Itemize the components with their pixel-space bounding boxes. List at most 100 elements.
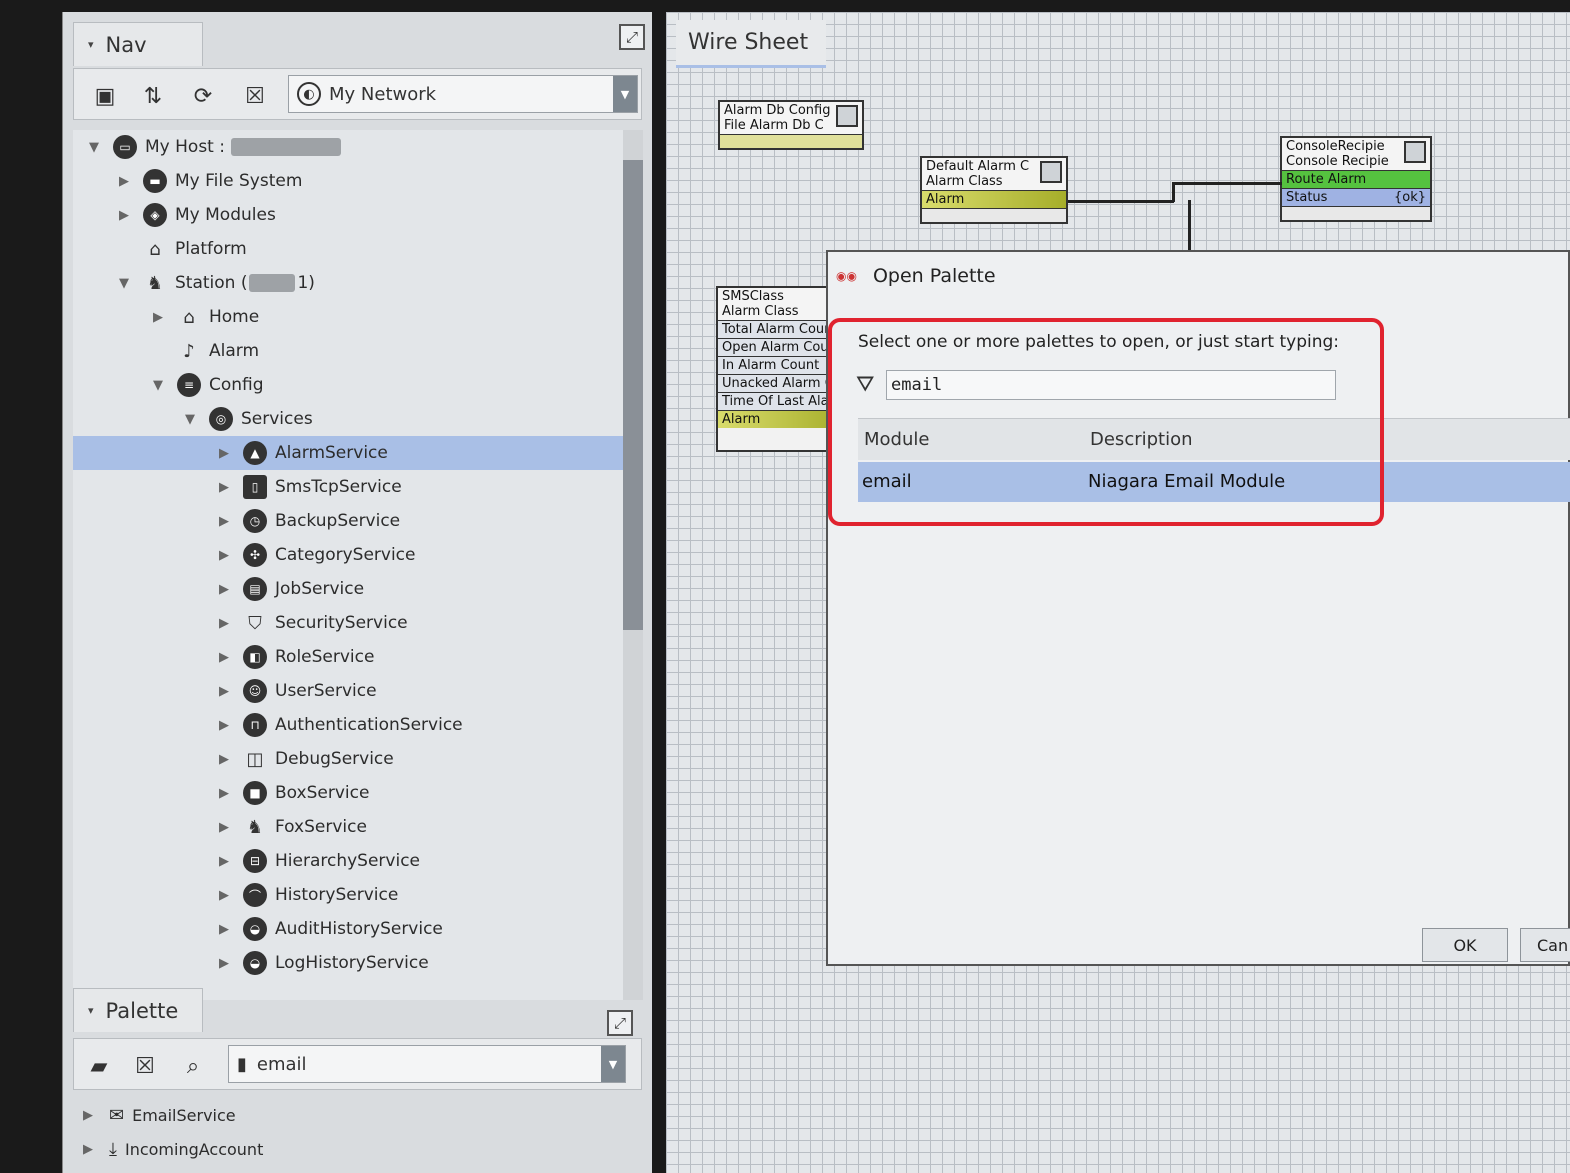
node-type: Alarm Class [722, 304, 799, 319]
tree-item-smstcpservice[interactable]: ▶ ▯ SmsTcpService [73, 470, 623, 504]
column-header-module[interactable]: Module [864, 429, 929, 450]
expand-arrow-icon[interactable]: ▶ [217, 684, 231, 699]
tree-item-label: RoleService [275, 647, 375, 667]
palette-item-incomingaccount[interactable]: ▶ ⤓ IncomingAccount [83, 1132, 263, 1166]
slot-alarm[interactable]: Alarm [922, 190, 1066, 208]
expand-arrow-icon[interactable]: ▶ [83, 1108, 97, 1123]
tree-item-alarm[interactable]: ♪ Alarm [73, 334, 623, 368]
maximize-icon[interactable]: ⤢ [607, 1010, 633, 1036]
close-icon[interactable]: ☒ [130, 1051, 160, 1081]
slot-status[interactable]: Status {ok} [1282, 188, 1430, 206]
expand-arrow-icon[interactable]: ▶ [217, 514, 231, 529]
expand-arrow-icon[interactable]: ▶ [217, 582, 231, 597]
tree-item-userservice[interactable]: ▶ ☺ UserService [73, 674, 623, 708]
expand-arrow-icon[interactable]: ▶ [217, 616, 231, 631]
column-header-description[interactable]: Description [1090, 429, 1193, 450]
tree-item-label: AlarmService [275, 443, 388, 463]
expand-arrow-icon[interactable]: ▼ [151, 378, 165, 393]
cell-description: Niagara Email Module [1088, 471, 1286, 492]
nav-scrollbar-thumb[interactable] [623, 160, 643, 630]
close-icon[interactable]: ☒ [240, 81, 270, 111]
tree-item-audithistoryservice[interactable]: ▶ ◒ AuditHistoryService [73, 912, 623, 946]
sort-icon[interactable]: ⇅ [138, 81, 168, 111]
expand-arrow-icon[interactable]: ▶ [217, 752, 231, 767]
chevron-down-icon[interactable]: ▼ [601, 1046, 625, 1082]
new-folder-icon[interactable]: ▣ [90, 81, 120, 111]
tree-item-foxservice[interactable]: ▶ ♞ FoxService [73, 810, 623, 844]
tree-item-label: Config [209, 375, 264, 395]
expand-arrow-icon[interactable]: ▶ [217, 854, 231, 869]
table-row[interactable]: email Niagara Email Module [858, 462, 1570, 502]
tree-item-debugservice[interactable]: ▶ ◫ DebugService [73, 742, 623, 776]
tree-item-label: HierarchyService [275, 851, 420, 871]
expand-arrow-icon[interactable]: ▼ [117, 276, 131, 291]
expand-arrow-icon[interactable]: ▶ [117, 174, 131, 189]
ok-button[interactable]: OK [1422, 928, 1508, 962]
tree-item-roleservice[interactable]: ▶ ◧ RoleService [73, 640, 623, 674]
slot-route-alarm[interactable]: Route Alarm [1282, 170, 1430, 188]
expand-arrow-icon[interactable]: ▶ [217, 548, 231, 563]
palette-pane-header[interactable]: ▾ Palette [73, 988, 203, 1032]
expand-arrow-icon[interactable]: ▶ [217, 820, 231, 835]
collapse-triangle-icon[interactable]: ▾ [88, 38, 94, 51]
tree-item-config[interactable]: ▼ ≡ Config [73, 368, 623, 402]
tree-item-modules[interactable]: ▶ ◈ My Modules [73, 198, 623, 232]
expand-arrow-icon[interactable]: ▶ [83, 1142, 97, 1157]
find-icon[interactable]: ⌕ [178, 1051, 208, 1081]
nav-scrollbar[interactable] [623, 130, 643, 1000]
tree-item-authenticationservice[interactable]: ▶ ⊓ AuthenticationService [73, 708, 623, 742]
expand-arrow-icon[interactable]: ▼ [183, 412, 197, 427]
tree-item-my-host[interactable]: ▼ ▭ My Host : [73, 130, 623, 164]
globe-icon: ◐ [297, 82, 321, 106]
expand-arrow-icon[interactable]: ▶ [117, 208, 131, 223]
tree-item-label: CategoryService [275, 545, 416, 565]
cancel-button[interactable]: Can [1520, 928, 1570, 962]
tree-item-historyservice[interactable]: ▶ ⌒ HistoryService [73, 878, 623, 912]
tree-item-jobservice[interactable]: ▶ ▤ JobService [73, 572, 623, 606]
expand-arrow-icon[interactable]: ▶ [217, 888, 231, 903]
tree-item-hierarchyservice[interactable]: ▶ ⊟ HierarchyService [73, 844, 623, 878]
tree-item-platform[interactable]: ⌂ Platform [73, 232, 623, 266]
tree-item-station[interactable]: ▼ ♞ Station ( 1) [73, 266, 623, 300]
palette-combo[interactable]: ▮ email ▼ [228, 1045, 626, 1083]
tree-item-securityservice[interactable]: ▶ ⛉ SecurityService [73, 606, 623, 640]
node-default-alarm-class[interactable]: Default Alarm C Alarm Class Alarm [920, 156, 1068, 224]
tree-item-services[interactable]: ▼ ◎ Services [73, 402, 623, 436]
tree-item-home[interactable]: ▶ ⌂ Home [73, 300, 623, 334]
tree-item-boxservice[interactable]: ▶ ■ BoxService [73, 776, 623, 810]
tab-wire-sheet[interactable]: Wire Sheet [676, 20, 826, 68]
nav-pane-header[interactable]: ▾ Nav [73, 22, 203, 66]
user-icon: ☺ [243, 679, 267, 703]
node-console-recipient[interactable]: ConsoleRecipie Console Recipie Route Ala… [1280, 136, 1432, 222]
expand-arrow-icon[interactable]: ▶ [217, 786, 231, 801]
palette-item-emailservice[interactable]: ▶ ✉ EmailService [83, 1098, 236, 1132]
table-header: Module Description [858, 418, 1570, 460]
category-icon: ✣ [243, 543, 267, 567]
tree-item-label: LogHistoryService [275, 953, 429, 973]
tree-item-label: Platform [175, 239, 247, 259]
palette-filter-input[interactable]: email [886, 370, 1336, 400]
tree-item-categoryservice[interactable]: ▶ ✣ CategoryService [73, 538, 623, 572]
tree-item-alarmservice[interactable]: ▶ ▲ AlarmService [73, 436, 623, 470]
open-folder-icon[interactable]: ▰ [84, 1051, 114, 1081]
expand-arrow-icon[interactable]: ▶ [217, 922, 231, 937]
tree-item-loghistoryservice[interactable]: ▶ ◒ LogHistoryService [73, 946, 623, 980]
expand-arrow-icon[interactable]: ▶ [217, 446, 231, 461]
expand-arrow-icon[interactable]: ▼ [87, 140, 101, 155]
node-alarm-db-config[interactable]: Alarm Db Config File Alarm Db C [718, 100, 864, 150]
platform-icon: ⌂ [149, 238, 161, 260]
expand-arrow-icon[interactable]: ▶ [217, 480, 231, 495]
expand-arrow-icon[interactable]: ▶ [151, 310, 165, 325]
chevron-down-icon[interactable]: ▼ [613, 76, 637, 112]
fox-icon: ♞ [246, 816, 264, 838]
tree-item-file-system[interactable]: ▶ ▬ My File System [73, 164, 623, 198]
dialog-titlebar[interactable]: ◉◉ Open Palette [836, 262, 996, 290]
refresh-icon[interactable]: ⟳ [188, 81, 218, 111]
expand-arrow-icon[interactable]: ▶ [217, 650, 231, 665]
expand-arrow-icon[interactable]: ▶ [217, 718, 231, 733]
maximize-icon[interactable]: ⤢ [619, 24, 645, 50]
collapse-triangle-icon[interactable]: ▾ [88, 1004, 94, 1017]
expand-arrow-icon[interactable]: ▶ [217, 956, 231, 971]
tree-item-backupservice[interactable]: ▶ ◷ BackupService [73, 504, 623, 538]
network-combo[interactable]: ◐ My Network ▼ [288, 75, 638, 113]
